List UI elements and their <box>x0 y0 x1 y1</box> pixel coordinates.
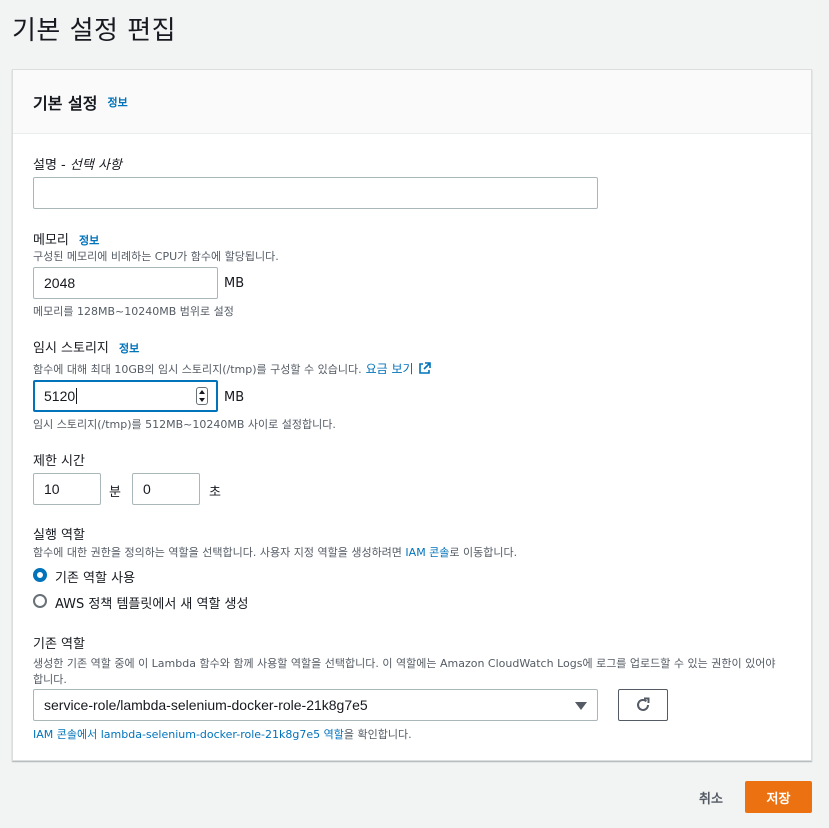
page-title: 기본 설정 편집 <box>12 16 177 46</box>
iam-console-link[interactable]: IAM 콘솔 <box>405 546 449 559</box>
ephemeral-label: 임시 스토리지 <box>33 341 109 356</box>
ephemeral-input[interactable]: 5120 <box>33 380 218 412</box>
memory-info-link[interactable]: 정보 <box>79 234 99 247</box>
exec-role-desc-suffix: 로 이동합니다. <box>449 546 518 559</box>
memory-unit: MB <box>224 276 245 291</box>
refresh-icon <box>634 696 652 714</box>
radio-new-role-template[interactable] <box>33 594 47 608</box>
ephemeral-info-link[interactable]: 정보 <box>119 342 139 355</box>
card-header: 기본 설정 정보 <box>13 70 811 134</box>
existing-role-description: 생성한 기존 역할 중에 이 Lambda 함수와 함께 사용할 역할을 선택합… <box>33 655 803 687</box>
existing-role-desc-line1: 생성한 기존 역할 중에 이 Lambda 함수와 함께 사용할 역할을 선택합… <box>33 657 776 670</box>
ephemeral-label-row: 임시 스토리지 정보 <box>33 337 139 356</box>
ephemeral-description-row: 함수에 대해 최대 10GB의 임시 스토리지(/tmp)를 구성할 수 있습니… <box>33 360 431 377</box>
existing-role-label: 기존 역할 <box>33 637 85 652</box>
timeout-label: 제한 시간 <box>33 454 85 469</box>
description-label: 설명 - 선택 사항 <box>33 154 122 173</box>
card-title: 기본 설정 <box>33 93 98 113</box>
ephemeral-hint: 임시 스토리지(/tmp)를 512MB~10240MB 사이로 설정합니다. <box>33 418 336 431</box>
pricing-link[interactable]: 요금 보기 <box>366 360 414 377</box>
ephemeral-description: 함수에 대해 최대 10GB의 임시 스토리지(/tmp)를 구성할 수 있습니… <box>33 362 362 376</box>
view-role-suffix: 을 확인합니다. <box>343 728 412 741</box>
caret-down-icon <box>575 702 587 710</box>
memory-input[interactable]: 2048 <box>33 267 218 299</box>
existing-role-select[interactable]: service-role/lambda-selenium-docker-role… <box>33 689 598 721</box>
card-info-link[interactable]: 정보 <box>107 94 127 110</box>
basic-settings-card: 기본 설정 정보 설명 - 선택 사항 메모리 정보 구성된 메모리에 비례하는… <box>12 69 812 761</box>
exec-role-description: 함수에 대한 권한을 정의하는 역할을 선택합니다. 사용자 지정 역할을 생성… <box>33 544 517 560</box>
memory-description: 구성된 메모리에 비례하는 CPU가 함수에 할당됩니다. <box>33 250 279 263</box>
refresh-roles-button[interactable] <box>618 689 668 721</box>
memory-label: 메모리 <box>33 233 69 248</box>
ephemeral-value: 5120 <box>44 388 76 404</box>
number-stepper-icon[interactable] <box>196 387 208 405</box>
text-cursor <box>76 388 78 404</box>
existing-role-view-hint: IAM 콘솔에서 lambda-selenium-docker-role-21k… <box>33 726 412 742</box>
description-label-text: 설명 - <box>33 158 70 173</box>
radio-existing-role-label[interactable]: 기존 역할 사용 <box>55 567 135 586</box>
external-link-icon[interactable] <box>418 362 431 375</box>
save-button[interactable]: 저장 <box>745 781 812 813</box>
timeout-minutes-unit: 분 <box>109 485 121 500</box>
description-input[interactable] <box>33 177 598 209</box>
radio-existing-role[interactable] <box>33 568 47 582</box>
cancel-button[interactable]: 취소 <box>699 788 723 807</box>
existing-role-selected-value: service-role/lambda-selenium-docker-role… <box>44 697 368 713</box>
radio-new-role-template-label[interactable]: AWS 정책 템플릿에서 새 역할 생성 <box>55 593 248 612</box>
timeout-minutes-input[interactable]: 10 <box>33 473 101 505</box>
timeout-seconds-unit: 초 <box>209 485 221 500</box>
existing-role-desc-line2: 합니다. <box>33 673 67 686</box>
ephemeral-unit: MB <box>224 390 245 405</box>
timeout-seconds-input[interactable]: 0 <box>132 473 200 505</box>
exec-role-label: 실행 역할 <box>33 528 85 543</box>
view-role-iam-link[interactable]: IAM 콘솔에서 lambda-selenium-docker-role-21k… <box>33 728 344 741</box>
memory-hint: 메모리를 128MB~10240MB 범위로 설정 <box>33 305 234 318</box>
exec-role-desc-prefix: 함수에 대한 권한을 정의하는 역할을 선택합니다. 사용자 지정 역할을 생성… <box>33 546 406 559</box>
memory-label-row: 메모리 정보 <box>33 229 99 248</box>
description-optional-text: 선택 사항 <box>69 158 122 173</box>
